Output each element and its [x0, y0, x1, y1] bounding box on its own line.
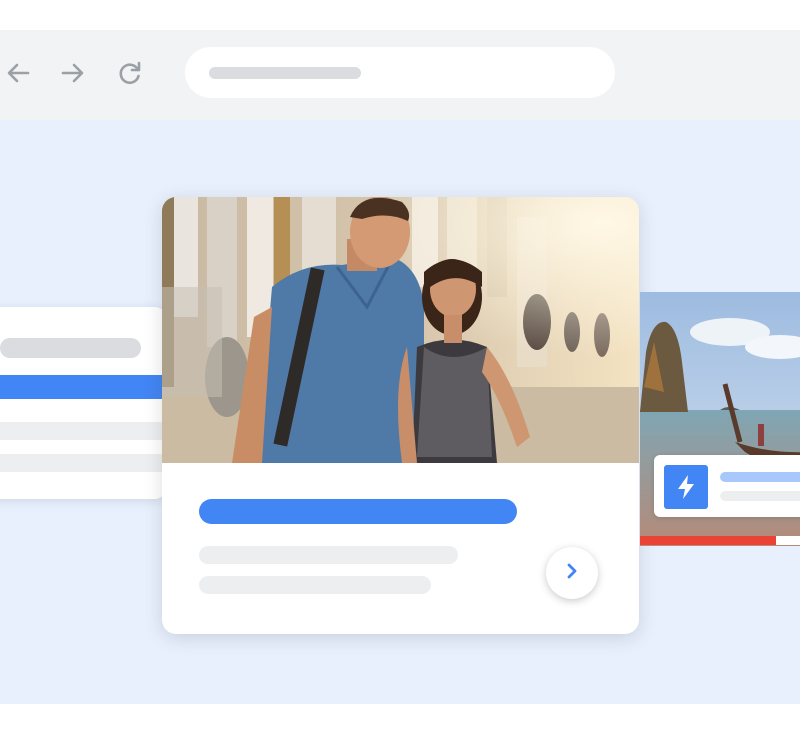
story-progress-bar	[640, 536, 800, 545]
right-result-card[interactable]	[640, 292, 800, 546]
address-text-placeholder	[209, 67, 361, 79]
reload-icon[interactable]	[115, 58, 145, 88]
main-card-text-placeholder	[199, 576, 431, 594]
left-card-title-placeholder	[0, 338, 141, 358]
main-card-title-bar	[199, 499, 517, 524]
left-card-text-placeholder	[0, 422, 165, 440]
chevron-right-icon	[562, 561, 582, 586]
page-bottom-strip	[0, 704, 800, 737]
lightning-bolt-icon	[664, 465, 708, 509]
address-bar[interactable]	[185, 47, 615, 98]
back-arrow-icon[interactable]	[3, 58, 33, 88]
forward-arrow-icon[interactable]	[58, 58, 88, 88]
left-card-text-placeholder	[0, 454, 165, 472]
main-result-card[interactable]	[162, 197, 639, 634]
left-result-card[interactable]	[0, 307, 165, 499]
amp-info-panel	[654, 455, 800, 517]
amp-panel-title-placeholder	[720, 472, 800, 482]
left-card-link-bar	[0, 375, 165, 399]
story-progress-fill	[640, 536, 776, 545]
couple-at-temple-photo	[162, 197, 639, 463]
main-card-text-placeholder	[199, 546, 458, 564]
next-button[interactable]	[546, 547, 598, 599]
amp-panel-text-placeholder	[720, 491, 800, 501]
